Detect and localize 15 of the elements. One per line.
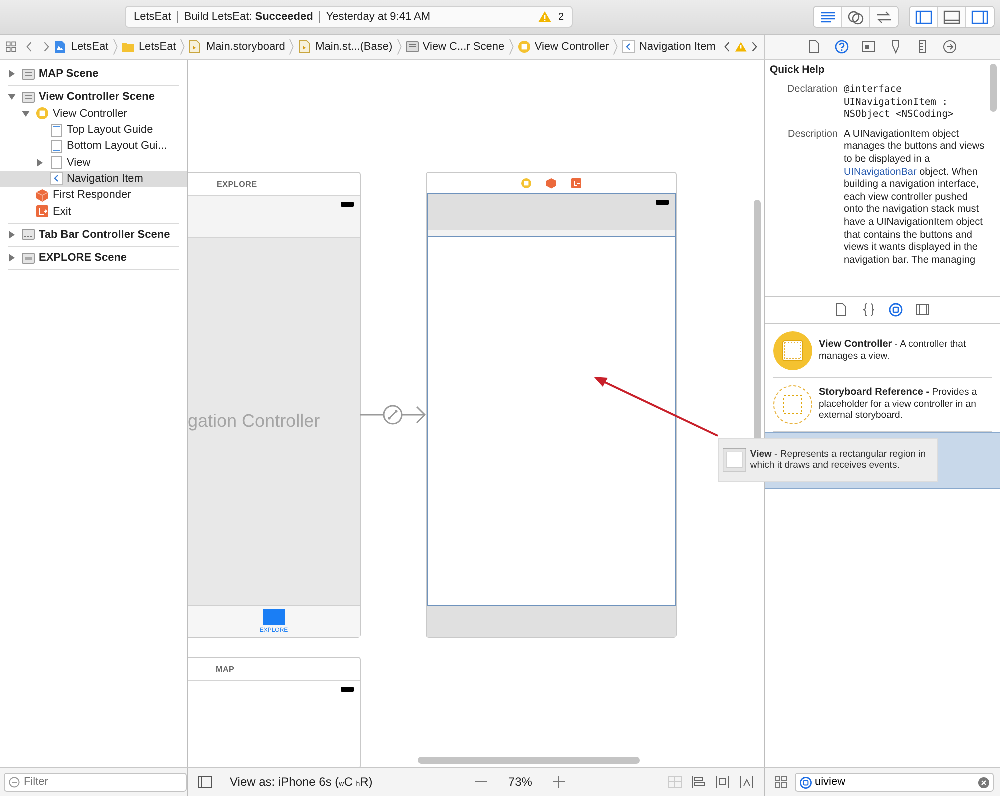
item-description: Storyboard Reference - Provides a placeholder for a view controller in an external storyboard.	[819, 387, 978, 422]
declaration-text: @interface UINavigationItem : NSObject <NSCoding>	[844, 84, 955, 122]
scene-title: EXPLORE	[217, 180, 258, 188]
zoom-level: 73%	[508, 775, 532, 789]
scheme-name: LetsEat	[134, 11, 172, 23]
description-text: A UINavigationItem object manages the buttons and views to be displayed in a UINavigationBar object. When building a navigation interface, each view controller pushed onto the navigation stack must have a UINavigationItem object that contains the buttons and views it wants displayed in the navigation bar. The managing	[844, 128, 986, 268]
scene-title: MAP	[216, 664, 235, 674]
build-time: Yesterday at 9:41 AM	[326, 11, 431, 23]
item-description: View Controller - A controller that manages a view.	[819, 339, 968, 362]
build-status: Build LetsEat: Succeeded	[184, 11, 314, 23]
field-label: Description	[786, 128, 838, 142]
controller-title: gation Controller	[188, 411, 320, 432]
panel-title: Quick Help	[770, 64, 826, 76]
field-label: Declaration	[786, 84, 838, 97]
item-description: View - Represents a rectangular region in which it draws and receives events.	[750, 448, 928, 472]
